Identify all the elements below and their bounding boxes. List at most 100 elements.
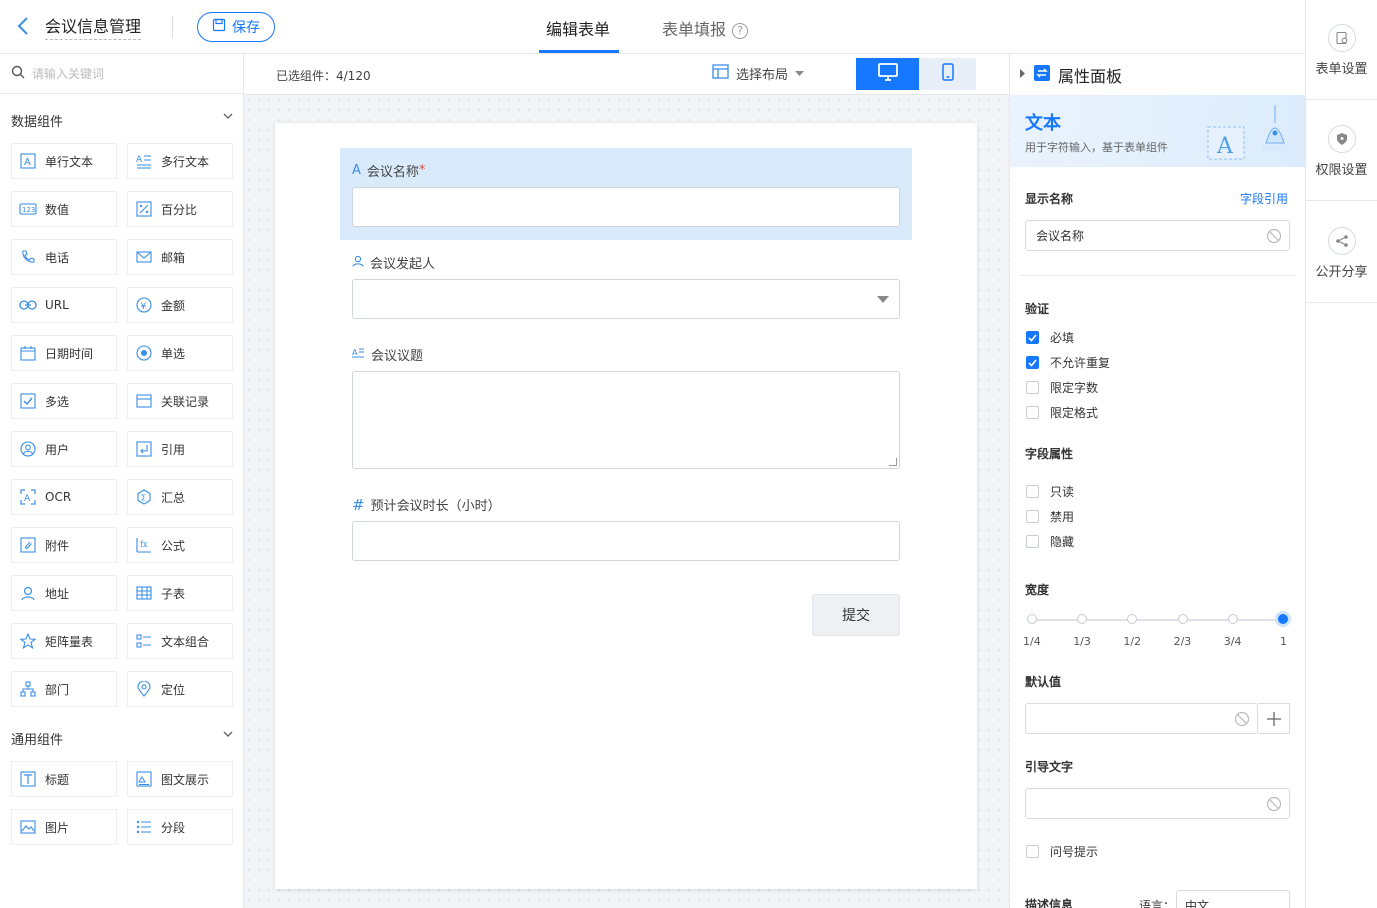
caret-right-icon[interactable] xyxy=(1020,67,1026,82)
tooltip-checkbox[interactable]: 问号提示 xyxy=(1026,843,1098,860)
component-item-label: 多选 xyxy=(45,394,70,409)
component-item-label: 部门 xyxy=(45,682,70,697)
component-item[interactable]: 图文展示 xyxy=(127,761,233,797)
rail-label: 权限设置 xyxy=(1315,163,1368,178)
search-icon xyxy=(11,65,25,83)
svg-text:¥: ¥ xyxy=(141,302,147,312)
topic-textarea[interactable] xyxy=(352,371,900,469)
slider-handle[interactable] xyxy=(1275,611,1291,627)
submit-button[interactable]: 提交 xyxy=(812,594,900,636)
slider-stop[interactable] xyxy=(1127,614,1138,624)
checkbox-icon xyxy=(1026,535,1039,548)
desktop-view-button[interactable] xyxy=(856,58,919,90)
app-title[interactable]: 会议信息管理 xyxy=(45,13,142,40)
tab-edit-form[interactable]: 编辑表单 xyxy=(546,16,610,40)
component-item-label: 地址 xyxy=(45,586,70,601)
component-item[interactable]: 邮箱 xyxy=(127,239,233,275)
duration-input[interactable] xyxy=(352,521,900,561)
slider-stop[interactable] xyxy=(1227,614,1238,624)
layout-select[interactable]: 选择布局 xyxy=(712,64,805,83)
component-item[interactable]: 用户 xyxy=(11,431,117,467)
help-icon[interactable]: ? xyxy=(732,22,749,39)
component-item[interactable]: fx 公式 xyxy=(127,527,233,563)
search-input[interactable]: 请输入关键词 xyxy=(32,65,104,82)
component-item[interactable]: ¥ 金额 xyxy=(127,287,233,323)
component-item[interactable]: 关联记录 xyxy=(127,383,233,419)
save-button[interactable]: 保存 xyxy=(197,12,275,42)
rail-label: 表单设置 xyxy=(1315,62,1368,77)
mobile-view-button[interactable] xyxy=(919,58,976,90)
component-item[interactable]: 百分比 xyxy=(127,191,233,227)
rail-public-share[interactable]: 公开分享 xyxy=(1306,203,1377,303)
chevron-down-icon[interactable] xyxy=(223,730,233,741)
component-item[interactable]: 部门 xyxy=(11,671,117,707)
checkbox-row[interactable]: 只读 xyxy=(1026,483,1074,500)
component-item[interactable]: URL xyxy=(11,287,117,323)
checkbox-row[interactable]: 不允许重复 xyxy=(1026,354,1110,371)
rail-form-settings[interactable]: 表单设置 xyxy=(1306,0,1377,100)
component-item[interactable]: 电话 xyxy=(11,239,117,275)
group-title-general[interactable]: 通用组件 xyxy=(11,729,63,748)
slider-stop-label: 3/4 xyxy=(1223,635,1242,648)
component-item[interactable]: 矩阵量表 xyxy=(11,623,117,659)
component-item[interactable]: 文本组合 xyxy=(127,623,233,659)
component-item[interactable]: 引用 xyxy=(127,431,233,467)
form-canvas: A 会议名称 * 会议发起人 A 会议议题 # 预计会议时长（小时） 提交 xyxy=(244,95,1009,908)
mobile-icon xyxy=(941,63,954,85)
component-item[interactable]: 标题 xyxy=(11,761,117,797)
language-select[interactable]: 中文 xyxy=(1176,890,1290,908)
checkbox-checked-icon xyxy=(1026,356,1039,369)
component-item[interactable]: 子表 xyxy=(127,575,233,611)
checkbox-row[interactable]: 必填 xyxy=(1026,329,1074,346)
yen-icon: ¥ xyxy=(135,296,153,314)
field-reference-link[interactable]: 字段引用 xyxy=(1240,190,1288,207)
checkbox-row[interactable]: 禁用 xyxy=(1026,508,1074,525)
component-item-label: 公式 xyxy=(161,538,186,553)
component-item[interactable]: A 单行文本 xyxy=(11,143,117,179)
back-arrow-icon[interactable] xyxy=(14,14,34,38)
component-item[interactable]: 图片 xyxy=(11,809,117,845)
tab-form-fill[interactable]: 表单填报? xyxy=(662,16,749,40)
component-item[interactable]: 日期时间 xyxy=(11,335,117,371)
display-name-input[interactable]: 会议名称 xyxy=(1025,220,1290,251)
svg-text:Σ: Σ xyxy=(141,494,146,503)
rail-permission-settings[interactable]: 权限设置 xyxy=(1306,101,1377,201)
organizer-select[interactable] xyxy=(352,279,900,319)
component-item[interactable]: 附件 xyxy=(11,527,117,563)
component-library: 请输入关键词 数据组件 A 单行文本 A 多行文本 123 数值 百分比 电话 邮箱 URL ¥ 金额… xyxy=(0,54,244,908)
component-item[interactable]: A 多行文本 xyxy=(127,143,233,179)
component-item-label: 多行文本 xyxy=(161,154,210,169)
slider-stop[interactable] xyxy=(1177,614,1188,624)
placeholder-input[interactable] xyxy=(1025,788,1290,819)
component-item[interactable]: 地址 xyxy=(11,575,117,611)
number-hash-icon: # xyxy=(352,495,365,514)
component-item-label: 分段 xyxy=(161,820,186,835)
component-item[interactable]: 定位 xyxy=(127,671,233,707)
group-title-data[interactable]: 数据组件 xyxy=(11,111,63,130)
checkbox-row[interactable]: 限定格式 xyxy=(1026,404,1098,421)
default-value-input[interactable] xyxy=(1025,703,1258,734)
component-item[interactable]: A OCR xyxy=(11,479,117,515)
width-label: 宽度 xyxy=(1025,583,1050,597)
clear-icon[interactable] xyxy=(1234,711,1250,727)
heading-icon xyxy=(19,770,37,788)
width-slider-track[interactable] xyxy=(1032,619,1283,621)
component-item[interactable]: 多选 xyxy=(11,383,117,419)
clear-icon[interactable] xyxy=(1266,796,1282,812)
checkbox-row[interactable]: 隐藏 xyxy=(1026,533,1074,550)
slider-stop[interactable] xyxy=(1077,614,1088,624)
chevron-down-icon[interactable] xyxy=(223,112,233,123)
component-search[interactable]: 请输入关键词 xyxy=(0,54,243,94)
component-item[interactable]: 单选 xyxy=(127,335,233,371)
slider-stop[interactable] xyxy=(1027,614,1037,624)
field-label-text: 会议发起人 xyxy=(370,257,436,272)
add-default-value-button[interactable] xyxy=(1258,703,1290,734)
resize-handle[interactable] xyxy=(889,458,897,466)
checkbox-row[interactable]: 限定字数 xyxy=(1026,379,1098,396)
component-item[interactable]: Σ 汇总 xyxy=(127,479,233,515)
clear-icon[interactable] xyxy=(1266,228,1282,244)
meeting-name-input[interactable] xyxy=(352,187,900,227)
active-tab-indicator xyxy=(539,50,619,53)
component-item[interactable]: 分段 xyxy=(127,809,233,845)
component-item[interactable]: 123 数值 xyxy=(11,191,117,227)
